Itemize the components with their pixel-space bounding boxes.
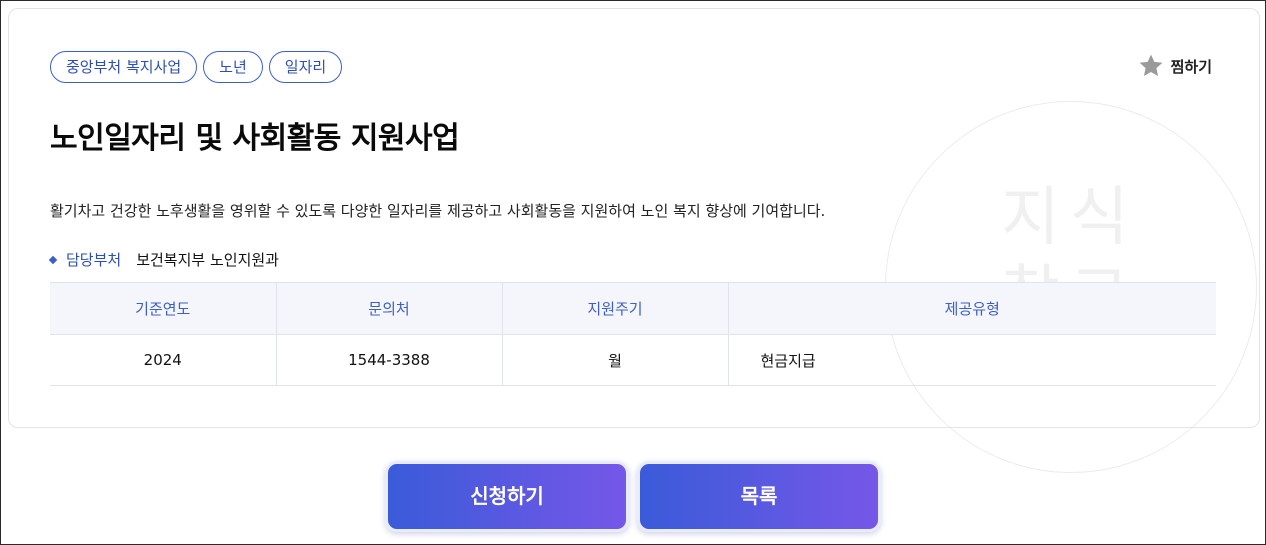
program-description: 활기차고 건강한 노후생활을 영위할 수 있도록 다양한 일자리를 제공하고 사… [50, 202, 826, 220]
page-title: 노인일자리 및 사회활동 지원사업 [50, 121, 460, 156]
department-value: 보건복지부 노인지원과 [136, 251, 279, 269]
cell-support-cycle: 월 [501, 334, 728, 386]
cell-contact: 1544-3388 [275, 334, 502, 386]
apply-button[interactable]: 신청하기 [385, 461, 629, 532]
program-info-table: 기준연도 문의처 지원주기 제공유형 2024 1544-3388 월 현금지급 [50, 282, 1216, 386]
page-frame: 지식 창고 중앙부처 복지사업 노년 일자리 찜하기 노인일자리 및 사회활동 … [0, 0, 1266, 545]
tag-central-welfare[interactable]: 중앙부처 복지사업 [50, 51, 198, 83]
department-info: 담당부처 보건복지부 노인지원과 [48, 249, 279, 270]
cell-base-year: 2024 [50, 334, 276, 386]
header-provision-type: 제공유형 [727, 282, 1216, 335]
tag-jobs[interactable]: 일자리 [268, 51, 343, 83]
tag-old-age[interactable]: 노년 [203, 51, 263, 83]
cell-provision-type: 현금지급 [727, 334, 1216, 386]
diamond-bullet-icon [48, 255, 58, 264]
header-base-year: 기준연도 [50, 282, 276, 335]
favorite-label: 찜하기 [1170, 57, 1212, 76]
table-row: 2024 1544-3388 월 현금지급 [50, 334, 1216, 386]
category-tags: 중앙부처 복지사업 노년 일자리 [50, 51, 343, 83]
favorite-button[interactable]: 찜하기 [1137, 52, 1212, 80]
table-header-row: 기준연도 문의처 지원주기 제공유형 [50, 282, 1216, 335]
list-button[interactable]: 목록 [637, 461, 881, 532]
action-buttons: 신청하기 목록 [385, 461, 881, 532]
header-contact: 문의처 [275, 282, 502, 335]
star-icon [1137, 52, 1165, 80]
department-label: 담당부처 [66, 251, 122, 269]
header-support-cycle: 지원주기 [501, 282, 728, 335]
